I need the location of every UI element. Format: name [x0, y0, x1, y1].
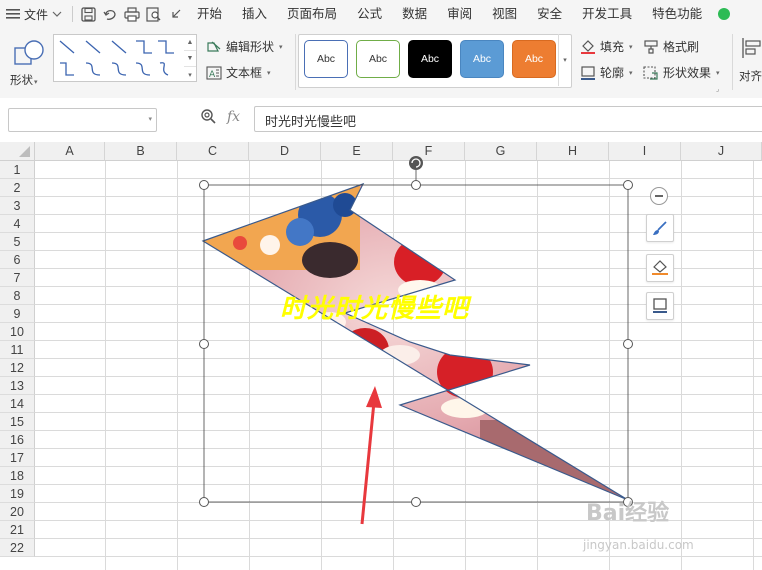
annotation-arrowhead — [366, 386, 382, 408]
resize-handle[interactable] — [199, 497, 209, 507]
fill-bucket-icon — [652, 260, 668, 275]
resize-handle[interactable] — [411, 497, 421, 507]
annotation-arrow — [360, 401, 376, 525]
shape-fill-side-button[interactable] — [646, 254, 674, 282]
resize-handle[interactable] — [411, 180, 421, 190]
shape-style-side-button[interactable] — [646, 214, 674, 242]
baidu-watermark-url: jingyan.baidu.com — [583, 538, 694, 552]
brush-icon — [653, 221, 667, 235]
shape-text[interactable]: 时光时光慢些吧 — [280, 288, 469, 325]
resize-handle[interactable] — [623, 180, 633, 190]
rotate-handle-icon[interactable] — [409, 156, 423, 170]
baidu-watermark: Bai经验 — [586, 501, 670, 526]
outline-icon — [653, 298, 667, 313]
drawing-layer — [201, 156, 629, 525]
shape-outline-side-button[interactable] — [646, 292, 674, 320]
collapse-toolbar-icon[interactable] — [650, 187, 668, 205]
resize-handle[interactable] — [199, 339, 209, 349]
resize-handle[interactable] — [623, 339, 633, 349]
resize-handle[interactable] — [199, 180, 209, 190]
